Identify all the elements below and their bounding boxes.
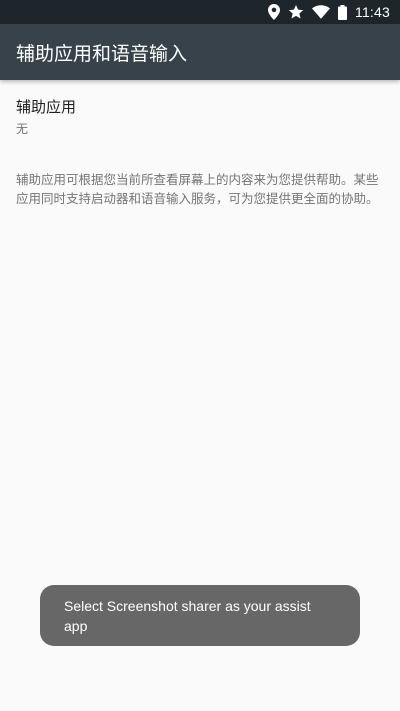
screen: 11:43 辅助应用和语音输入 辅助应用 无 辅助应用可根据您当前所查看屏幕上的… (0, 0, 400, 711)
star-icon (288, 0, 304, 24)
location-icon (268, 0, 280, 24)
app-bar: 辅助应用和语音输入 (0, 24, 400, 80)
preference-title: 辅助应用 (16, 98, 77, 116)
status-bar: 11:43 (0, 0, 400, 24)
page-title: 辅助应用和语音输入 (16, 42, 188, 65)
preference-summary: 无 (16, 122, 29, 136)
battery-icon (338, 0, 347, 24)
settings-content: 辅助应用 无 辅助应用可根据您当前所查看屏幕上的内容来为您提供帮助。某些应用同时… (0, 80, 400, 208)
toast-message: Select Screenshot sharer as your assist … (40, 585, 360, 646)
description-text: 辅助应用可根据您当前所查看屏幕上的内容来为您提供帮助。某些应用同时支持启动器和语… (16, 172, 379, 206)
wifi-icon (312, 0, 330, 24)
status-time: 11:43 (355, 4, 390, 20)
assist-app-preference[interactable]: 辅助应用 无 (0, 80, 400, 146)
